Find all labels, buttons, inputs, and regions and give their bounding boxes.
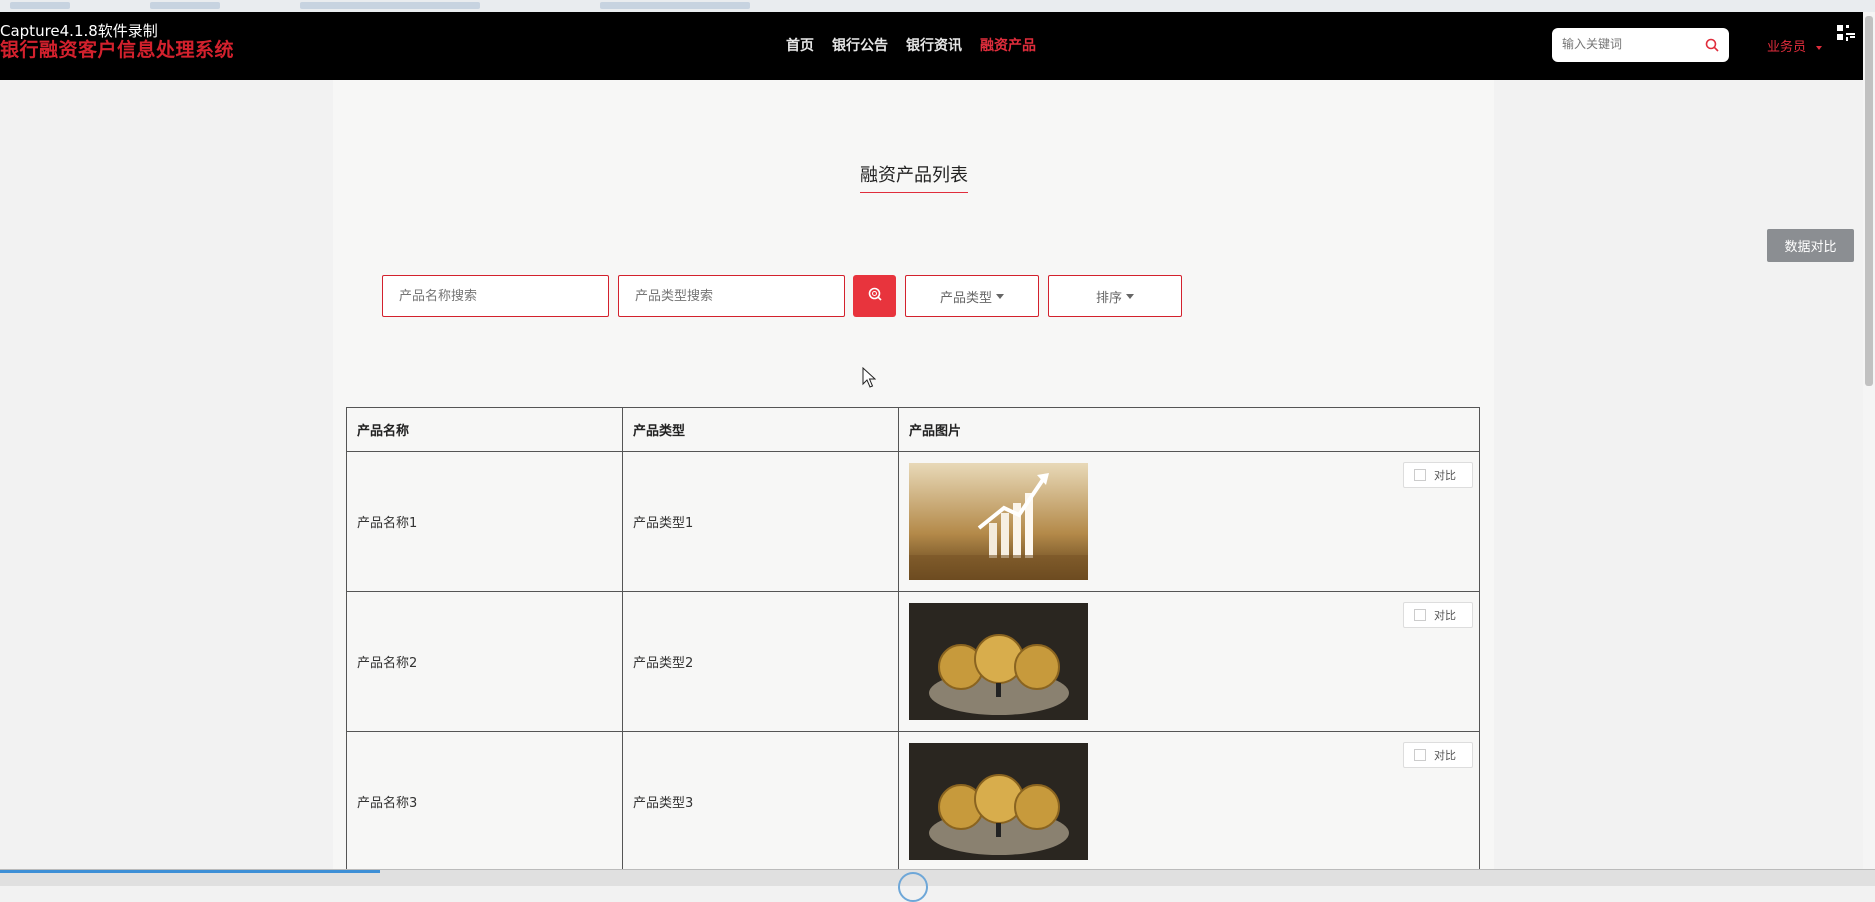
product-image-gold-chart[interactable] <box>909 463 1088 580</box>
browser-tab[interactable] <box>600 2 750 9</box>
product-name-search <box>382 275 609 317</box>
compare-label: 对比 <box>1434 609 1456 622</box>
product-name-cell[interactable]: 产品名称3 <box>346 731 623 872</box>
header-product-image: 产品图片 <box>898 407 1480 452</box>
products-table: 产品名称 产品类型 产品图片 产品名称1 产品类型1 对比 产品名称2 产品类型… <box>346 407 1480 872</box>
product-image-cell: 对比 <box>898 591 1480 732</box>
table-header-row: 产品名称 产品类型 产品图片 <box>346 407 1480 452</box>
header-search <box>1552 28 1729 62</box>
nav-bank-notices[interactable]: 银行公告 <box>832 35 888 55</box>
user-menu[interactable]: 业务员 <box>1767 36 1823 55</box>
nav-financing-products[interactable]: 融资产品 <box>980 35 1036 55</box>
header-product-type: 产品类型 <box>622 407 899 452</box>
page-title: 融资产品列表 <box>860 165 968 186</box>
recorder-bottom-bar <box>0 869 1875 902</box>
compare-checkbox[interactable]: 对比 <box>1403 602 1473 628</box>
recorder-watermark: Capture4.1.8软件录制 <box>0 22 158 40</box>
product-name-search-input[interactable] <box>383 276 608 316</box>
search-button[interactable] <box>853 275 896 317</box>
qr-grid-icon[interactable] <box>1836 24 1856 46</box>
mouse-pointer-icon <box>862 366 877 393</box>
product-type-search-input[interactable] <box>619 276 844 316</box>
product-type-dropdown[interactable]: 产品类型 <box>905 275 1039 317</box>
product-type-search <box>618 275 845 317</box>
record-indicator-icon <box>898 872 928 902</box>
page-scrollbar[interactable] <box>1863 12 1875 882</box>
compare-checkbox[interactable]: 对比 <box>1403 462 1473 488</box>
search-icon[interactable] <box>1705 37 1719 56</box>
nav-home[interactable]: 首页 <box>786 35 814 55</box>
product-image-bitcoin[interactable] <box>909 603 1088 720</box>
checkbox-icon <box>1414 609 1426 621</box>
user-role-label: 业务员 <box>1767 40 1807 55</box>
table-row[interactable]: 产品名称2 产品类型2 对比 <box>346 591 1480 732</box>
product-name-cell[interactable]: 产品名称1 <box>346 451 623 592</box>
product-image-cell: 对比 <box>898 731 1480 872</box>
nav-bank-news[interactable]: 银行资讯 <box>906 35 962 55</box>
product-type-dropdown-label: 产品类型 <box>939 290 992 306</box>
chevron-down-icon <box>1816 45 1823 50</box>
title-underline <box>860 192 968 193</box>
scrollbar-thumb[interactable] <box>1865 16 1873 386</box>
checkbox-icon <box>1414 749 1426 761</box>
checkbox-icon <box>1414 469 1426 481</box>
product-image-bitcoin[interactable] <box>909 743 1088 860</box>
product-type-cell: 产品类型2 <box>622 591 899 732</box>
header-product-name: 产品名称 <box>346 407 623 452</box>
recording-progress <box>0 870 380 873</box>
compare-label: 对比 <box>1434 749 1456 762</box>
product-image-cell: 对比 <box>898 451 1480 592</box>
search-icon <box>867 286 883 306</box>
sort-dropdown[interactable]: 排序 <box>1048 275 1182 317</box>
header-search-input[interactable] <box>1552 28 1702 60</box>
sort-dropdown-label: 排序 <box>1095 290 1122 306</box>
product-type-cell: 产品类型3 <box>622 731 899 872</box>
compare-checkbox[interactable]: 对比 <box>1403 742 1473 768</box>
browser-tab[interactable] <box>300 2 480 9</box>
compare-label: 对比 <box>1434 469 1456 482</box>
browser-tab[interactable] <box>10 2 70 9</box>
table-row[interactable]: 产品名称3 产品类型3 对比 <box>346 731 1480 872</box>
table-row[interactable]: 产品名称1 产品类型1 对比 <box>346 451 1480 592</box>
browser-tab[interactable] <box>150 2 220 9</box>
product-type-cell: 产品类型1 <box>622 451 899 592</box>
data-compare-button[interactable]: 数据对比 <box>1767 229 1854 262</box>
caret-down-icon <box>996 293 1004 299</box>
product-name-cell[interactable]: 产品名称2 <box>346 591 623 732</box>
caret-down-icon <box>1126 293 1134 299</box>
main-nav: 首页 银行公告 银行资讯 融资产品 <box>786 35 1036 55</box>
